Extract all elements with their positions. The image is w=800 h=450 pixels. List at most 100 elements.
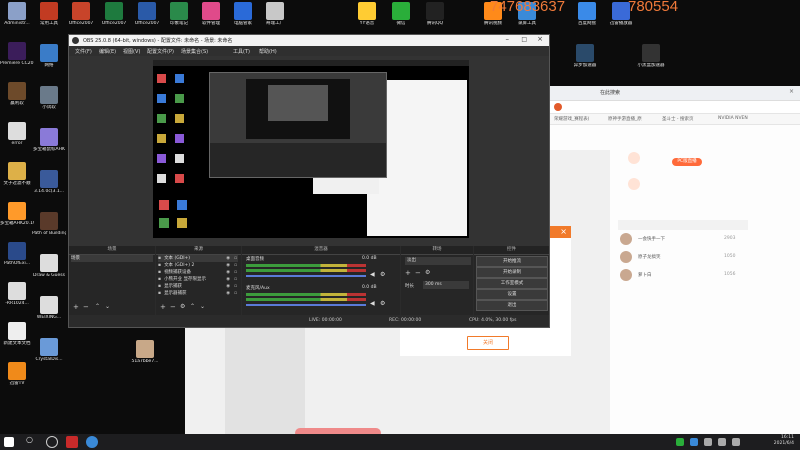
desktop-icon[interactable]: 软件管理 bbox=[194, 2, 228, 26]
bookmark-4[interactable]: NVIDIA NVEN bbox=[718, 116, 748, 121]
start-icon[interactable] bbox=[4, 437, 14, 447]
add-source-icon[interactable]: + bbox=[160, 303, 166, 311]
desktop-icon[interactable]: 常用工具 bbox=[32, 2, 66, 26]
lock-icon[interactable]: ▫ bbox=[234, 276, 237, 283]
menu-edit[interactable]: 编辑(E) bbox=[99, 48, 116, 55]
gear-icon[interactable]: ⚙ bbox=[180, 303, 185, 310]
desktop-icon[interactable]: 小黑盒加速器 bbox=[634, 44, 668, 68]
taskbar-clock[interactable]: 16:11 2021/6/4 bbox=[774, 435, 794, 447]
menu-help[interactable]: 帮助(H) bbox=[259, 48, 277, 55]
desktop-icon[interactable]: 印象笔记 bbox=[162, 2, 196, 26]
desktop-icon[interactable]: error bbox=[0, 122, 34, 146]
list-item[interactable]: 原子龙搞笑 1050 bbox=[620, 250, 770, 264]
list-item[interactable]: 萝卜白 1056 bbox=[620, 268, 770, 282]
tray-icon[interactable] bbox=[676, 438, 684, 446]
dialog-close-button[interactable]: 关闭 bbox=[467, 336, 509, 350]
add-transition-icon[interactable]: + bbox=[405, 269, 411, 277]
pc-live-button[interactable]: PC版直播 bbox=[672, 158, 702, 166]
move-up-icon[interactable]: ⌃ bbox=[190, 303, 195, 310]
desktop-icon[interactable]: Path of Building bbox=[32, 212, 66, 236]
lock-icon[interactable]: ▫ bbox=[234, 262, 237, 269]
source-item[interactable]: ▪ 显示器捕获 ◉ ▫ bbox=[158, 290, 238, 297]
duration-input[interactable]: 300 ms bbox=[423, 281, 469, 289]
desktop-icon[interactable]: 新建文本文档 bbox=[0, 322, 34, 346]
source-item[interactable]: ▪ 视频捕获设备 ◉ ▫ bbox=[158, 269, 238, 276]
gear-icon[interactable]: ⚙ bbox=[380, 300, 385, 307]
desktop-icon[interactable]: -RR1024... bbox=[0, 282, 34, 306]
move-down-icon[interactable]: ⌄ bbox=[105, 303, 110, 310]
desktop-icon[interactable]: Office2007 bbox=[64, 2, 98, 26]
source-item[interactable]: ▪ 文本 (GDI+) ◉ ▫ bbox=[158, 255, 238, 262]
taskbar-app-icon[interactable] bbox=[66, 436, 78, 448]
desktop-icon[interactable]: 网络 bbox=[32, 44, 66, 68]
task-view-icon[interactable] bbox=[46, 436, 58, 448]
desktop-icon[interactable]: 小试软 bbox=[32, 86, 66, 110]
remove-source-icon[interactable]: − bbox=[170, 303, 176, 311]
settings-button[interactable]: 设置 bbox=[476, 289, 548, 300]
desktop-icon[interactable]: Office2007 bbox=[130, 2, 164, 26]
lock-icon[interactable]: ▫ bbox=[234, 269, 237, 276]
gear-icon[interactable]: ⚙ bbox=[425, 269, 430, 276]
eye-icon[interactable]: ◉ bbox=[226, 262, 230, 269]
volume-slider[interactable] bbox=[246, 304, 366, 306]
bookmark-1[interactable]: 荣耀游戏_赛程表( bbox=[554, 116, 590, 122]
move-down-icon[interactable]: ⌄ bbox=[200, 303, 205, 310]
studio-mode-button[interactable]: 工作室模式 bbox=[476, 278, 548, 289]
side-nav-icon[interactable] bbox=[628, 178, 640, 190]
eye-icon[interactable]: ◉ bbox=[226, 255, 230, 262]
start-streaming-button[interactable]: 开始推流 bbox=[476, 256, 548, 267]
eye-icon[interactable]: ◉ bbox=[226, 269, 230, 276]
menu-profile[interactable]: 配置文件(P) bbox=[147, 48, 174, 55]
desktop-icon[interactable]: Office2007 bbox=[97, 2, 131, 26]
source-item[interactable]: ▪ 小熊开业 显存限显示 ◉ ▫ bbox=[158, 276, 238, 283]
desktop-icon[interactable]: 文子过滤不顺 bbox=[0, 162, 34, 186]
exit-button[interactable]: 退出 bbox=[476, 300, 548, 311]
list-item[interactable]: 一会快手一下 2903 bbox=[620, 232, 770, 246]
source-item[interactable]: ▪ 文本 (GDI+) 2 ◉ ▫ bbox=[158, 262, 238, 269]
desktop-icon[interactable]: 奇瑞工厂 bbox=[258, 2, 292, 26]
menu-tools[interactable]: 工具(T) bbox=[233, 48, 250, 55]
desktop-icon[interactable]: 多宝箱AHK20.19... bbox=[0, 202, 34, 226]
desktop-icon[interactable]: PathOfExi... bbox=[0, 242, 34, 266]
preview-canvas[interactable] bbox=[153, 60, 469, 238]
volume-slider[interactable] bbox=[246, 275, 366, 277]
minimize-icon[interactable]: – bbox=[506, 35, 510, 43]
scene-item[interactable]: 场景 bbox=[71, 255, 153, 262]
menu-scene-collection[interactable]: 场景集合(S) bbox=[181, 48, 208, 55]
eye-icon[interactable]: ◉ bbox=[226, 290, 230, 297]
maximize-icon[interactable]: □ bbox=[521, 36, 527, 43]
remove-transition-icon[interactable]: − bbox=[415, 269, 421, 277]
lock-icon[interactable]: ▫ bbox=[234, 290, 237, 297]
eye-icon[interactable]: ◉ bbox=[226, 276, 230, 283]
desktop-icon[interactable]: 异步加速器 bbox=[568, 44, 602, 68]
remove-scene-icon[interactable]: − bbox=[83, 303, 89, 311]
add-scene-icon[interactable]: + bbox=[73, 303, 79, 311]
desktop-icon[interactable]: 赢利软 bbox=[0, 82, 34, 106]
lock-icon[interactable]: ▫ bbox=[234, 255, 237, 262]
eye-icon[interactable]: ◉ bbox=[226, 283, 230, 290]
desktop-icon[interactable]: YY语音 bbox=[350, 2, 384, 26]
bookmark-2[interactable]: 原神手游直播_原 bbox=[608, 116, 642, 122]
desktop-icon[interactable]: 迅雷TV bbox=[0, 362, 34, 386]
close-icon[interactable]: × bbox=[789, 88, 794, 95]
speaker-icon[interactable]: ◀ bbox=[370, 300, 375, 307]
network-icon[interactable] bbox=[732, 438, 740, 446]
browser-tab-title[interactable]: 在此搜索 bbox=[600, 89, 620, 96]
browser-taskbar-icon[interactable] bbox=[86, 436, 98, 448]
close-icon[interactable]: × bbox=[537, 35, 543, 43]
desktop-icon[interactable]: 多宝箱鼠标AHK bbox=[32, 128, 66, 152]
desktop-icon[interactable]: CrystalDis... bbox=[32, 338, 66, 362]
close-icon[interactable]: × bbox=[560, 227, 567, 236]
desktop-icon[interactable]: WEIXING... bbox=[32, 296, 66, 320]
desktop-icon-file[interactable]: 51a7bbe7... bbox=[128, 340, 162, 364]
search-icon[interactable]: ○ bbox=[26, 435, 38, 447]
desktop-icon[interactable]: 百度网盘 bbox=[570, 2, 604, 26]
move-up-icon[interactable]: ⌃ bbox=[95, 303, 100, 310]
tray-icon[interactable] bbox=[704, 438, 712, 446]
desktop-icon[interactable]: 腾讯QQ bbox=[418, 2, 452, 26]
transition-select[interactable]: 淡出 bbox=[405, 257, 471, 265]
menu-view[interactable]: 视图(V) bbox=[123, 48, 140, 55]
tray-icon[interactable] bbox=[690, 438, 698, 446]
desktop-icon[interactable]: Premiere CC2019 bbox=[0, 42, 34, 66]
desktop-icon[interactable]: Administr... bbox=[0, 2, 34, 26]
